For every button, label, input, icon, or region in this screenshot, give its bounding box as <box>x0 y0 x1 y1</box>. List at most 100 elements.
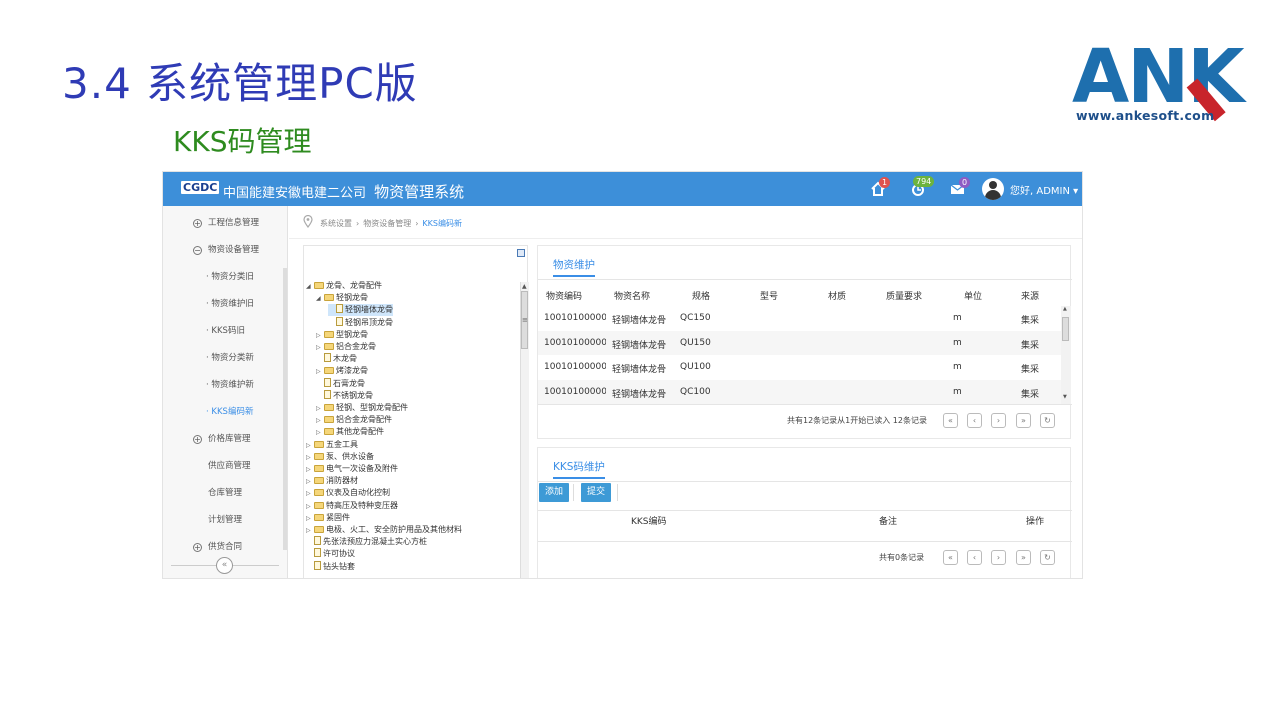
column-header[interactable]: 操作 <box>1026 514 1044 527</box>
column-header[interactable]: 来源 <box>1021 289 1039 302</box>
column-header[interactable]: 规格 <box>692 289 710 302</box>
tree-node[interactable]: ▷ 仪表及自动化控制 <box>306 487 390 499</box>
table-row[interactable]: 10010100000 轻钢墙体龙骨 QU100 m 集采 <box>538 355 1062 379</box>
tree-node[interactable]: ◢ 龙骨、龙骨配件 <box>306 280 382 292</box>
sidebar-item-label: 价格库管理 <box>208 434 251 444</box>
sidebar-scrollbar[interactable] <box>283 268 287 550</box>
mail-button[interactable]: 0 <box>950 177 971 197</box>
column-header[interactable]: 备注 <box>879 514 897 527</box>
tree-node[interactable]: 石膏龙骨 <box>316 377 365 390</box>
first-page-button[interactable]: « <box>943 413 958 428</box>
tree-node[interactable]: 不锈钢龙骨 <box>316 389 373 402</box>
tree-toggle-icon[interactable]: ▷ <box>316 330 324 342</box>
add-button[interactable]: 添加 <box>539 483 570 502</box>
table-cell: m <box>953 337 962 348</box>
last-page-button[interactable]: » <box>1016 550 1031 565</box>
brand-logo: CGDC <box>181 181 220 194</box>
sidebar-item-material-category-old[interactable]: · 物资分类旧 <box>163 264 283 291</box>
tree-node[interactable]: ▷ 消防器材 <box>306 475 358 487</box>
sidebar-item-project-info[interactable]: + 工程信息管理 <box>163 210 283 237</box>
sidebar-item-supplier[interactable]: 供应商管理 <box>163 453 283 480</box>
breadcrumb-item[interactable]: 物资设备管理 <box>363 219 411 228</box>
tree-toggle-icon[interactable]: ▷ <box>306 525 314 537</box>
tree-toolbar-icon[interactable] <box>517 249 525 257</box>
tree-node[interactable]: 木龙骨 <box>316 353 357 365</box>
tree-node[interactable]: ▷ 电气一次设备及附件 <box>306 463 398 475</box>
sidebar-item-material-maintain-new[interactable]: · 物资维护新 <box>163 372 283 399</box>
tree-node[interactable]: 钻头钻套 <box>306 560 355 573</box>
scroll-up-icon[interactable]: ▲ <box>1063 306 1067 312</box>
prev-page-button[interactable]: ‹ <box>967 550 982 565</box>
tree-node[interactable]: ▷ 烤漆龙骨 <box>316 365 368 377</box>
tree-toggle-icon[interactable]: ▷ <box>316 342 324 354</box>
table-row[interactable]: 10010100000 轻钢墙体龙骨 QC150 m 集采 <box>538 306 1062 330</box>
column-header[interactable]: 物资名称 <box>614 289 650 302</box>
tree-toggle-icon[interactable]: ▷ <box>306 440 314 452</box>
column-header[interactable]: 材质 <box>828 289 846 302</box>
tree-node[interactable]: 许可协议 <box>306 548 355 560</box>
sidebar-item-plan[interactable]: 计划管理 <box>163 507 283 534</box>
tree-node[interactable]: ▷ 其他龙骨配件 <box>316 426 384 438</box>
breadcrumb-item[interactable]: 系统设置 <box>320 219 352 228</box>
tree-toggle-icon[interactable]: ▷ <box>306 452 314 464</box>
tree-node[interactable]: ▷ 五金工具 <box>306 439 358 451</box>
tree-toggle-icon[interactable]: ◢ <box>306 281 314 293</box>
column-header[interactable]: 单位 <box>964 289 982 302</box>
tree-toggle-icon[interactable]: ▷ <box>316 427 324 439</box>
home-button[interactable]: 1 <box>870 177 891 197</box>
refresh-button[interactable]: ↻ <box>1040 550 1055 565</box>
sidebar-item-kks-old[interactable]: · KKS码旧 <box>163 318 283 345</box>
submit-button[interactable]: 提交 <box>581 483 612 502</box>
scroll-down-icon[interactable]: ▼ <box>1063 394 1067 400</box>
divider <box>538 279 1072 280</box>
tab-material-maintain[interactable]: 物资维护 <box>553 257 595 277</box>
sidebar-item-material-equipment[interactable]: − 物资设备管理 <box>163 237 283 264</box>
first-page-button[interactable]: « <box>943 550 958 565</box>
tree-toggle-icon[interactable]: ▷ <box>316 366 324 378</box>
sidebar-item-material-category-new[interactable]: · 物资分类新 <box>163 345 283 372</box>
tree-node[interactable]: 轻钢墙体龙骨 <box>328 304 393 317</box>
refresh-button[interactable]: ↻ <box>1040 413 1055 428</box>
column-header[interactable]: 质量要求 <box>886 289 922 302</box>
grid-scroll-thumb[interactable] <box>1062 317 1069 341</box>
table-row[interactable]: 10010100000 轻钢墙体龙骨 QU150 m 集采 <box>538 330 1062 355</box>
column-header[interactable]: KKS编码 <box>631 514 667 527</box>
sidebar-item-material-maintain-old[interactable]: · 物资维护旧 <box>163 291 283 318</box>
tree-node[interactable]: ▷ 型钢龙骨 <box>316 329 368 341</box>
tree-toggle-icon[interactable]: ▷ <box>316 403 324 415</box>
tree-node[interactable]: 轻钢吊顶龙骨 <box>328 316 393 329</box>
tree-node[interactable]: 先张法预应力混凝土实心方桩 <box>306 536 427 548</box>
tab-kks-maintain[interactable]: KKS码维护 <box>553 459 605 479</box>
tree-toggle-icon[interactable]: ▷ <box>306 501 314 513</box>
scroll-up-icon[interactable]: ▲ <box>522 283 527 290</box>
tree-toggle-icon[interactable]: ▷ <box>306 464 314 476</box>
tree-node[interactable]: ▷ 紧固件 <box>306 512 350 524</box>
next-page-button[interactable]: › <box>991 413 1006 428</box>
sidebar-item-kks-new[interactable]: · KKS编码新 <box>163 399 283 426</box>
last-page-button[interactable]: » <box>1016 413 1031 428</box>
tree-node[interactable]: ▷ 铝合金龙骨 <box>316 341 376 353</box>
tree-node-label: 铝合金龙骨配件 <box>336 415 392 425</box>
file-icon <box>324 377 331 387</box>
tree-node[interactable]: ▷ 特高压及特种变压器 <box>306 500 398 512</box>
tree-toggle-icon[interactable]: ▷ <box>306 488 314 500</box>
next-page-button[interactable]: › <box>991 550 1006 565</box>
tree-toggle-icon[interactable]: ◢ <box>316 293 324 305</box>
folder-icon <box>314 513 324 521</box>
sidebar-item-price-library[interactable]: + 价格库管理 <box>163 426 283 453</box>
tree-node[interactable]: ▷ 泵、供水设备 <box>306 451 374 463</box>
column-header[interactable]: 物资编码 <box>546 289 582 302</box>
tree-node[interactable]: ◢ 轻钢龙骨 <box>316 292 368 304</box>
column-header[interactable]: 型号 <box>760 289 778 302</box>
sidebar-item-warehouse[interactable]: 仓库管理 <box>163 480 283 507</box>
tree-toggle-icon[interactable]: ▷ <box>316 415 324 427</box>
tree-node[interactable]: ▷ 轻钢、型钢龙骨配件 <box>316 402 408 414</box>
tree-toggle-icon[interactable]: ▷ <box>306 513 314 525</box>
notice-button[interactable]: 794 <box>910 176 935 197</box>
sidebar-collapse-button[interactable]: « <box>216 557 233 574</box>
tree-toggle-icon[interactable]: ▷ <box>306 476 314 488</box>
prev-page-button[interactable]: ‹ <box>967 413 982 428</box>
tree-node[interactable]: ▷ 电极、火工、安全防护用品及其他材料 <box>306 524 462 536</box>
tree-node[interactable]: ▷ 铝合金龙骨配件 <box>316 414 392 426</box>
table-row[interactable]: 10010100000 轻钢墙体龙骨 QC100 m 集采 <box>538 379 1062 404</box>
